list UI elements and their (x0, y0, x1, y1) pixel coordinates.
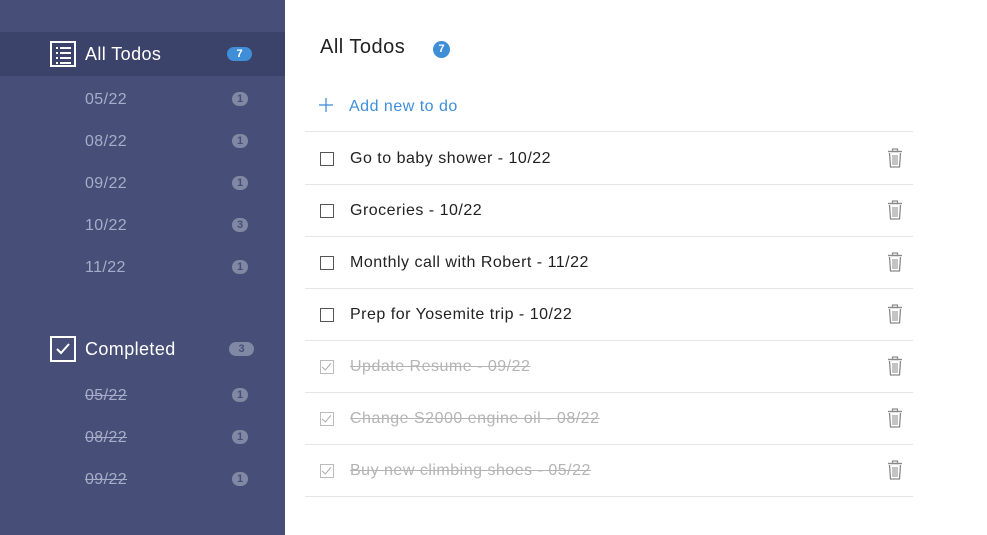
sidebar-item-date[interactable]: 11/22 1 (0, 253, 285, 281)
sidebar-item-date[interactable]: 05/22 1 (0, 381, 285, 409)
trash-icon[interactable] (886, 356, 904, 376)
sidebar-item-date[interactable]: 10/22 3 (0, 211, 285, 239)
todo-text: Go to baby shower - 10/22 (350, 150, 552, 167)
plus-icon (319, 93, 333, 117)
todo-item: Go to baby shower - 10/22 (305, 133, 913, 185)
sidebar: All Todos 7 05/22 1 08/22 1 09/22 1 10/2… (0, 0, 285, 535)
sidebar-item-label: 09/22 (85, 175, 128, 192)
todo-text: Monthly call with Robert - 11/22 (350, 254, 589, 271)
todo-count-badge: 7 (433, 41, 450, 58)
list-icon (50, 41, 76, 67)
sidebar-all-todos-label: All Todos (85, 43, 162, 64)
trash-icon[interactable] (886, 252, 904, 272)
sidebar-item-date[interactable]: 09/22 1 (0, 465, 285, 493)
sidebar-item-label: 08/22 (85, 429, 128, 446)
todo-checkbox[interactable] (320, 308, 334, 322)
trash-icon[interactable] (886, 408, 904, 428)
todo-item: Prep for Yosemite trip - 10/22 (305, 289, 913, 341)
todo-item: Change S2000 engine oil - 08/22 (305, 393, 913, 445)
sidebar-item-label: 08/22 (85, 133, 128, 150)
sidebar-item-label: 05/22 (85, 91, 128, 108)
todo-checkbox[interactable] (320, 204, 334, 218)
todo-checkbox-checked[interactable] (320, 464, 334, 478)
sidebar-item-label: 09/22 (85, 471, 128, 488)
count-badge: 1 (232, 260, 248, 274)
todo-checkbox[interactable] (320, 152, 334, 166)
sidebar-item-date[interactable]: 08/22 1 (0, 127, 285, 155)
trash-icon[interactable] (886, 304, 904, 324)
sidebar-item-date[interactable]: 09/22 1 (0, 169, 285, 197)
check-icon (321, 360, 332, 371)
todo-item: Monthly call with Robert - 11/22 (305, 237, 913, 289)
sidebar-completed-label: Completed (85, 338, 176, 359)
count-badge: 1 (232, 472, 248, 486)
page-title: All Todos (320, 36, 406, 58)
sidebar-item-date[interactable]: 05/22 1 (0, 85, 285, 113)
sidebar-item-all-todos[interactable]: All Todos 7 (0, 32, 285, 76)
sidebar-item-completed[interactable]: Completed 3 (0, 327, 285, 371)
count-badge: 1 (232, 430, 248, 444)
count-badge: 1 (232, 388, 248, 402)
sidebar-item-label: 05/22 (85, 387, 128, 404)
sidebar-item-label: 10/22 (85, 217, 128, 234)
todo-item: Buy new climbing shoes - 05/22 (305, 445, 913, 497)
sidebar-item-label: 11/22 (85, 259, 126, 276)
all-todos-count-badge: 7 (227, 47, 252, 61)
todo-checkbox-checked[interactable] (320, 412, 334, 426)
todo-checkbox-checked[interactable] (320, 360, 334, 374)
todo-text: Change S2000 engine oil - 08/22 (350, 410, 600, 427)
trash-icon[interactable] (886, 200, 904, 220)
count-badge: 1 (232, 176, 248, 190)
trash-icon[interactable] (886, 460, 904, 480)
todo-checkbox[interactable] (320, 256, 334, 270)
check-icon (321, 412, 332, 423)
todo-item: Update Resume - 09/22 (305, 341, 913, 393)
todo-text: Prep for Yosemite trip - 10/22 (350, 306, 573, 323)
todo-text: Update Resume - 09/22 (350, 358, 531, 375)
count-badge: 1 (232, 92, 248, 106)
trash-icon[interactable] (886, 148, 904, 168)
add-todo-label: Add new to do (349, 98, 458, 115)
todo-text: Groceries - 10/22 (350, 202, 483, 219)
add-todo-button[interactable]: Add new to do (305, 84, 913, 132)
todo-text: Buy new climbing shoes - 05/22 (350, 462, 591, 479)
count-badge: 3 (232, 218, 248, 232)
completed-count-badge: 3 (229, 342, 254, 356)
check-icon (321, 464, 332, 475)
todo-item: Groceries - 10/22 (305, 185, 913, 237)
checkbox-checked-icon (50, 336, 76, 362)
sidebar-item-date[interactable]: 08/22 1 (0, 423, 285, 451)
count-badge: 1 (232, 134, 248, 148)
